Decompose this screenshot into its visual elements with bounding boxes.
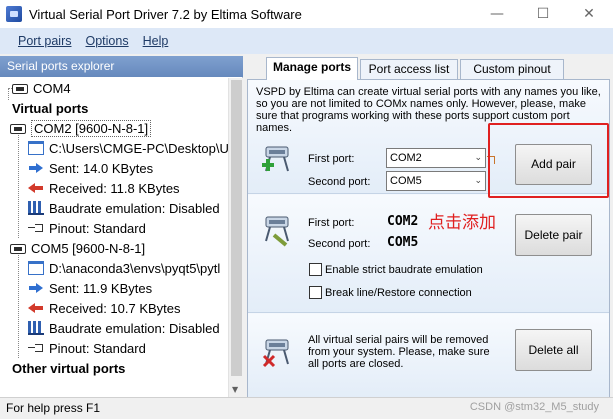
watermark: CSDN @stm32_M5_study	[469, 401, 599, 413]
serial-port-icon	[12, 84, 28, 94]
tree-item-com2-received[interactable]: Received: 11.8 KBytes	[28, 178, 180, 198]
strict-baudrate-checkbox[interactable]: Enable strict baudrate emulation	[309, 263, 483, 276]
delete-all-description: All virtual serial pairs will be removed…	[308, 334, 490, 370]
scroll-down-arrow-icon[interactable]: ▼	[232, 385, 238, 394]
pinout-icon	[28, 221, 44, 235]
delete-first-port-label: First port:	[308, 217, 355, 229]
tree-item-com5-pinout[interactable]: Pinout: Standard	[28, 338, 146, 358]
delete-all-button[interactable]: Delete all	[515, 329, 592, 371]
application-window-icon	[28, 261, 44, 275]
window-title: Virtual Serial Port Driver 7.2 by Eltima…	[29, 6, 302, 22]
first-port-label: First port:	[308, 153, 355, 165]
close-button[interactable]: ✕	[566, 0, 612, 28]
tree-item-com5-path[interactable]: D:\anaconda3\envs\pyqt5\pytl	[28, 258, 220, 278]
delete-first-port-value: COM2	[387, 214, 419, 229]
explorer-scrollbar[interactable]: ▼	[228, 78, 243, 397]
checkbox-box[interactable]	[309, 286, 322, 299]
serial-port-icon	[10, 124, 26, 134]
tree-group-other-virtual-ports[interactable]: Other virtual ports	[12, 358, 125, 378]
application-window-icon	[28, 141, 44, 155]
second-port-label: Second port:	[308, 176, 371, 188]
arrow-left-icon	[28, 181, 44, 195]
maximize-button[interactable]: ☐	[520, 0, 566, 28]
tree-item-com5-sent[interactable]: Sent: 11.9 KBytes	[28, 278, 152, 298]
app-icon	[6, 6, 22, 22]
tab-port-access-list[interactable]: Port access list	[360, 59, 458, 79]
arrow-right-icon	[28, 281, 44, 295]
scrollbar-thumb[interactable]	[231, 80, 242, 376]
minimize-button[interactable]: —	[474, 0, 520, 28]
tree-item-com2-baudrate[interactable]: Baudrate emulation: Disabled	[28, 198, 220, 218]
tree-item-com2-pinout[interactable]: Pinout: Standard	[28, 218, 146, 238]
bar-chart-icon	[28, 201, 44, 215]
title-bar: Virtual Serial Port Driver 7.2 by Eltima…	[0, 0, 613, 28]
arrow-left-icon	[28, 301, 44, 315]
chevron-down-icon: ⌄	[474, 153, 482, 163]
tree-guide	[8, 88, 9, 100]
serial-ports-explorer: Serial ports explorer COM4 Virtual ports…	[0, 56, 243, 397]
tree-item-com5-baudrate[interactable]: Baudrate emulation: Disabled	[28, 318, 220, 338]
chevron-down-icon: ⌄	[474, 176, 482, 186]
add-pair-icon	[262, 146, 289, 172]
tree-group-virtual-ports[interactable]: Virtual ports	[12, 98, 88, 118]
delete-all-section: All virtual serial pairs will be removed…	[248, 314, 609, 398]
tree-item-com2-sent[interactable]: Sent: 14.0 KBytes	[28, 158, 153, 178]
checkbox-box[interactable]	[309, 263, 322, 276]
annotation-text: 点击添加	[428, 213, 496, 233]
tab-manage-ports[interactable]: Manage ports	[266, 57, 358, 80]
tree-item-com2-path[interactable]: C:\Users\CMGE-PC\Desktop\U	[28, 138, 228, 158]
menu-bar: Port pairs Options Help	[0, 28, 613, 54]
menu-help[interactable]: Help	[143, 34, 169, 48]
serial-port-icon	[10, 244, 26, 254]
menu-port-pairs[interactable]: Port pairs	[18, 34, 72, 48]
tree-item-com5[interactable]: COM5 [9600-N-8-1]	[10, 238, 145, 258]
explorer-header: Serial ports explorer	[0, 56, 243, 77]
first-port-select[interactable]: COM2 ⌄	[386, 148, 486, 168]
ports-tree: COM4 Virtual ports COM2 [9600-N-8-1] C:\…	[0, 78, 228, 397]
tree-guide	[18, 248, 19, 358]
pinout-icon	[28, 341, 44, 355]
bar-chart-icon	[28, 321, 44, 335]
tree-item-com2[interactable]: COM2 [9600-N-8-1]	[10, 118, 152, 138]
tree-item-com5-received[interactable]: Received: 10.7 KBytes	[28, 298, 181, 318]
delete-second-port-value: COM5	[387, 235, 419, 250]
break-line-checkbox[interactable]: Break line/Restore connection	[309, 286, 472, 299]
delete-pair-button[interactable]: Delete pair	[515, 214, 592, 256]
delete-pair-icon	[265, 216, 289, 247]
highlight-box	[488, 123, 609, 198]
second-port-select[interactable]: COM5 ⌄	[386, 171, 486, 191]
tab-custom-pinout[interactable]: Custom pinout	[460, 59, 564, 79]
tree-guide	[18, 128, 19, 238]
arrow-right-icon	[28, 161, 44, 175]
tree-item-com4[interactable]: COM4	[12, 78, 71, 98]
delete-second-port-label: Second port:	[308, 238, 371, 250]
menu-options[interactable]: Options	[86, 34, 129, 48]
delete-all-icon	[262, 339, 289, 368]
